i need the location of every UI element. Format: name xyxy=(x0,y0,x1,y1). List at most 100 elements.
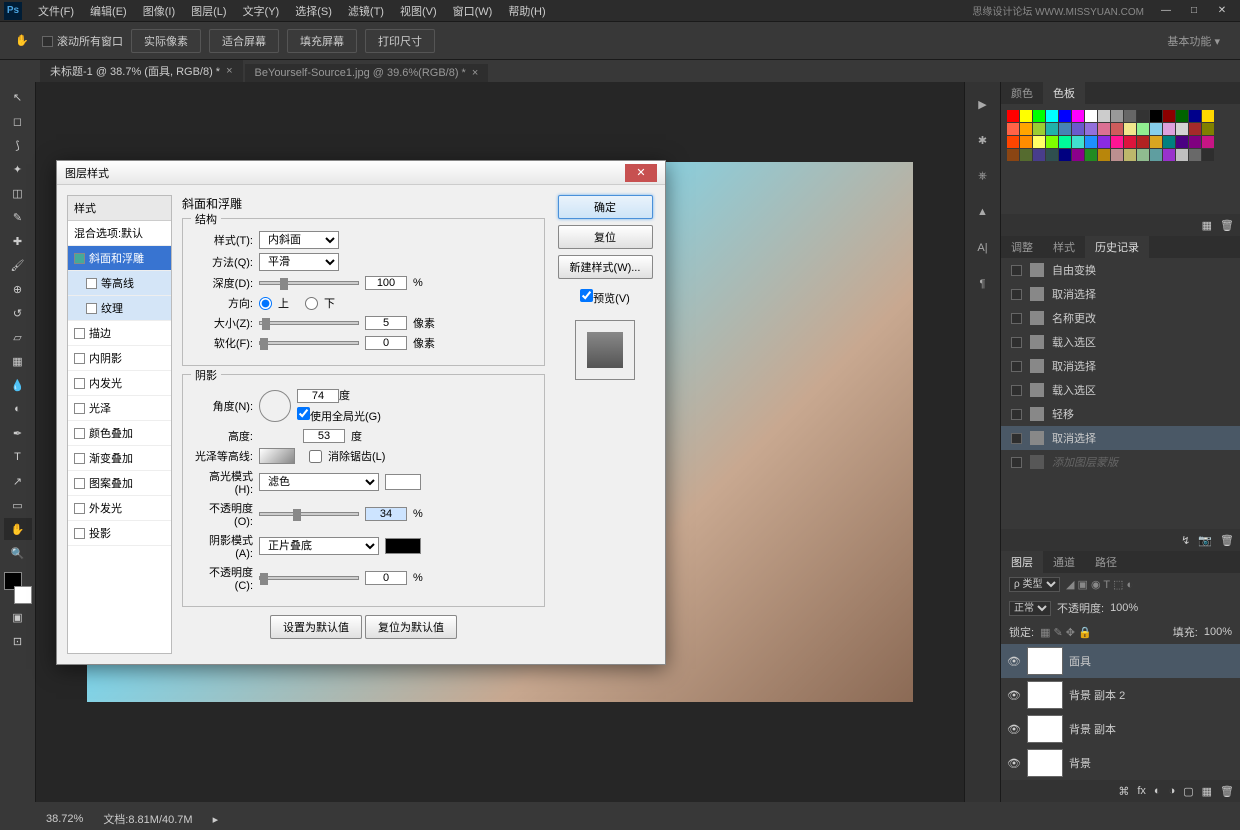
swatch[interactable] xyxy=(1124,149,1136,161)
swatch[interactable] xyxy=(1163,110,1175,122)
ok-button[interactable]: 确定 xyxy=(558,195,653,219)
adjustment-layer-icon[interactable]: ◑ xyxy=(1169,785,1176,797)
move-tool[interactable]: ↖ xyxy=(4,86,32,108)
swatch[interactable] xyxy=(1072,110,1084,122)
bevel-style-select[interactable]: 内斜面 xyxy=(259,231,339,249)
swatch[interactable] xyxy=(1111,110,1123,122)
color-tab[interactable]: 颜色 xyxy=(1001,82,1043,104)
swatch[interactable] xyxy=(1033,149,1045,161)
swatch[interactable] xyxy=(1124,123,1136,135)
swatch[interactable] xyxy=(1020,110,1032,122)
visibility-icon[interactable]: 👁 xyxy=(1007,723,1021,736)
swatch[interactable] xyxy=(1150,149,1162,161)
brush-settings-icon[interactable]: ✱ xyxy=(971,128,995,152)
swatch[interactable] xyxy=(1033,136,1045,148)
swatch[interactable] xyxy=(1098,136,1110,148)
dialog-titlebar[interactable]: 图层样式 ✕ xyxy=(57,161,665,185)
altitude-input[interactable] xyxy=(303,429,345,443)
quick-mask-toggle[interactable]: ▣ xyxy=(4,606,32,628)
swatch[interactable] xyxy=(1202,149,1214,161)
swatch[interactable] xyxy=(1085,110,1097,122)
channels-tab[interactable]: 通道 xyxy=(1043,551,1085,573)
layers-tab[interactable]: 图层 xyxy=(1001,551,1043,573)
swatch[interactable] xyxy=(1163,149,1175,161)
eraser-tool[interactable]: ▱ xyxy=(4,326,32,348)
shadow-color-chip[interactable] xyxy=(385,538,421,554)
crop-tool[interactable]: ◫ xyxy=(4,182,32,204)
paths-tab[interactable]: 路径 xyxy=(1085,551,1127,573)
shadow-mode-select[interactable]: 正片叠底 xyxy=(259,537,379,555)
trash-icon[interactable]: 🗑 xyxy=(1220,785,1234,798)
history-item[interactable]: 载入选区 xyxy=(1001,378,1240,402)
swatch[interactable] xyxy=(1046,110,1058,122)
healing-brush-tool[interactable]: ✚ xyxy=(4,230,32,252)
swatch[interactable] xyxy=(1059,110,1071,122)
link-icon[interactable]: ⌘ xyxy=(1118,785,1129,798)
workspace-switcher[interactable]: 基本功能 ▾ xyxy=(1157,30,1230,52)
swatch[interactable] xyxy=(1020,136,1032,148)
fill-screen-button[interactable]: 填充屏幕 xyxy=(287,29,357,53)
blend-mode-select[interactable]: 正常 xyxy=(1009,601,1051,616)
swatch[interactable] xyxy=(1202,136,1214,148)
style-list-item[interactable]: 内阴影 xyxy=(68,346,171,371)
history-item[interactable]: 载入选区 xyxy=(1001,330,1240,354)
path-select-tool[interactable]: ↗ xyxy=(4,470,32,492)
highlight-opacity-slider[interactable] xyxy=(259,512,359,516)
swatch[interactable] xyxy=(1059,136,1071,148)
swatches-tab[interactable]: 色板 xyxy=(1043,82,1085,104)
make-default-button[interactable]: 设置为默认值 xyxy=(270,615,362,639)
eyedropper-tool[interactable]: ✎ xyxy=(4,206,32,228)
swatch[interactable] xyxy=(1176,149,1188,161)
menu-layer[interactable]: 图层(L) xyxy=(183,3,234,19)
menu-file[interactable]: 文件(F) xyxy=(30,3,82,19)
menu-help[interactable]: 帮助(H) xyxy=(500,3,553,19)
direction-down-radio[interactable] xyxy=(305,297,318,310)
swatch[interactable] xyxy=(1098,110,1110,122)
style-list-item[interactable]: 颜色叠加 xyxy=(68,421,171,446)
history-tab[interactable]: 历史记录 xyxy=(1085,236,1149,258)
swatch[interactable] xyxy=(1176,123,1188,135)
visibility-icon[interactable]: 👁 xyxy=(1007,757,1021,770)
gradient-tool[interactable]: ▦ xyxy=(4,350,32,372)
layer-row[interactable]: 👁背景 xyxy=(1001,746,1240,780)
style-checkbox[interactable] xyxy=(74,253,85,264)
close-icon[interactable]: × xyxy=(226,65,232,77)
dialog-close-button[interactable]: ✕ xyxy=(625,164,657,182)
swatch[interactable] xyxy=(1189,136,1201,148)
swatch[interactable] xyxy=(1007,136,1019,148)
swatch[interactable] xyxy=(1033,110,1045,122)
antialias-checkbox[interactable] xyxy=(309,450,322,463)
menu-image[interactable]: 图像(I) xyxy=(135,3,183,19)
layer-row[interactable]: 👁面具 xyxy=(1001,644,1240,678)
menu-view[interactable]: 视图(V) xyxy=(392,3,445,19)
minimize-button[interactable]: — xyxy=(1153,4,1179,18)
swatch[interactable] xyxy=(1020,123,1032,135)
menu-select[interactable]: 选择(S) xyxy=(287,3,340,19)
shape-tool[interactable]: ▭ xyxy=(4,494,32,516)
swatch[interactable] xyxy=(1085,123,1097,135)
new-layer-icon[interactable]: ▦ xyxy=(1202,785,1212,798)
angle-input[interactable] xyxy=(297,389,339,403)
tab-doc1[interactable]: 未标题-1 @ 38.7% (面具, RGB/8) *× xyxy=(40,60,243,82)
angle-control[interactable] xyxy=(259,390,291,422)
swatch[interactable] xyxy=(1007,123,1019,135)
technique-select[interactable]: 平滑 xyxy=(259,253,339,271)
swatch[interactable] xyxy=(1137,149,1149,161)
history-item[interactable]: 轻移 xyxy=(1001,402,1240,426)
style-checkbox[interactable] xyxy=(74,428,85,439)
fx-icon[interactable]: fx xyxy=(1137,785,1146,797)
preview-checkbox[interactable] xyxy=(580,289,593,302)
style-checkbox[interactable] xyxy=(74,328,85,339)
style-checkbox[interactable] xyxy=(74,403,85,414)
helm-icon[interactable]: ⎈ xyxy=(971,164,995,188)
swatch[interactable] xyxy=(1072,149,1084,161)
swatch[interactable] xyxy=(1202,110,1214,122)
swatch[interactable] xyxy=(1189,110,1201,122)
history-brush-tool[interactable]: ↺ xyxy=(4,302,32,324)
style-checkbox[interactable] xyxy=(74,353,85,364)
swatch[interactable] xyxy=(1085,149,1097,161)
maximize-button[interactable]: □ xyxy=(1181,4,1207,18)
style-list-item[interactable]: 外发光 xyxy=(68,496,171,521)
style-list-item[interactable]: 投影 xyxy=(68,521,171,546)
play-icon[interactable]: ▶ xyxy=(971,92,995,116)
